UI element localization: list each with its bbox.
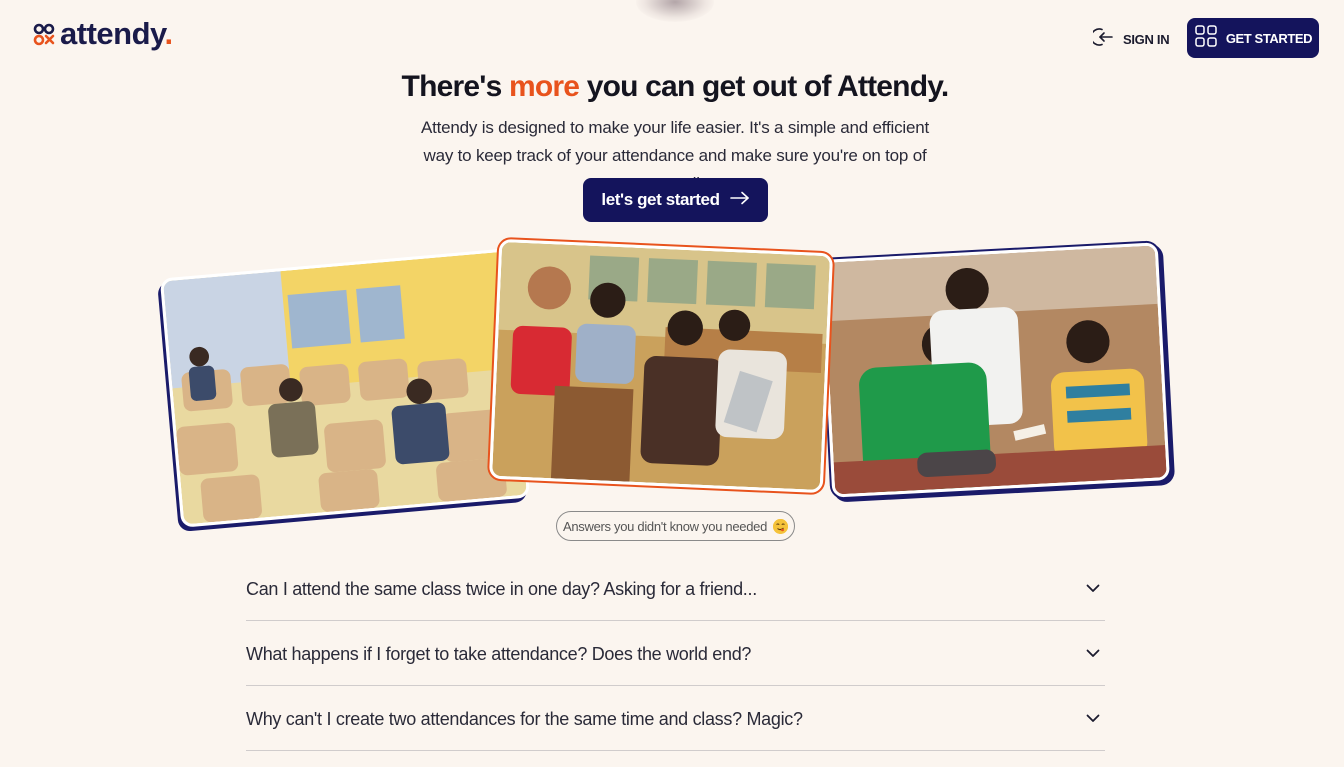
photo-students-laptop <box>488 238 834 494</box>
hero-title-accent: more <box>509 70 580 103</box>
grid-icon <box>1194 24 1218 53</box>
emoji-icon <box>773 518 789 534</box>
get-started-button[interactable]: GET STARTED <box>1187 18 1319 58</box>
faq-pill-label: Answers you didn't know you needed <box>562 518 768 534</box>
get-started-label: GET STARTED <box>1225 30 1313 46</box>
logo[interactable]: attendy. <box>33 18 173 49</box>
signin-icon <box>1090 26 1115 53</box>
photo-students-group <box>820 242 1170 498</box>
chevron-down-icon <box>1085 580 1101 596</box>
faq-list: Can I attend the same class twice in one… <box>246 556 1105 751</box>
lets-get-started-button[interactable]: let's get started <box>583 178 768 222</box>
faq-item[interactable]: Why can't I create two attendances for t… <box>246 686 1105 751</box>
faq-section-pill: Answers you didn't know you needed <box>556 511 795 541</box>
logo-mark-icon <box>33 23 57 49</box>
sign-in-label: SIGN IN <box>1123 32 1170 47</box>
sign-in-link[interactable]: SIGN IN <box>1090 26 1170 53</box>
decorative-blob <box>636 0 714 22</box>
chevron-down-icon <box>1085 710 1101 726</box>
faq-item[interactable]: Can I attend the same class twice in one… <box>246 556 1105 621</box>
photo-lecture-hall <box>159 248 531 528</box>
faq-question: What happens if I forget to take attenda… <box>246 643 752 664</box>
arrow-right-icon <box>729 191 750 210</box>
cta-label: let's get started <box>601 190 720 209</box>
chevron-down-icon <box>1085 645 1101 661</box>
faq-item[interactable]: What happens if I forget to take attenda… <box>246 621 1105 686</box>
faq-question: Why can't I create two attendances for t… <box>246 708 803 729</box>
logo-text: attendy. <box>60 16 173 51</box>
faq-question: Can I attend the same class twice in one… <box>246 578 757 599</box>
hero-title: There's more you can get out of Attendy. <box>401 70 950 103</box>
